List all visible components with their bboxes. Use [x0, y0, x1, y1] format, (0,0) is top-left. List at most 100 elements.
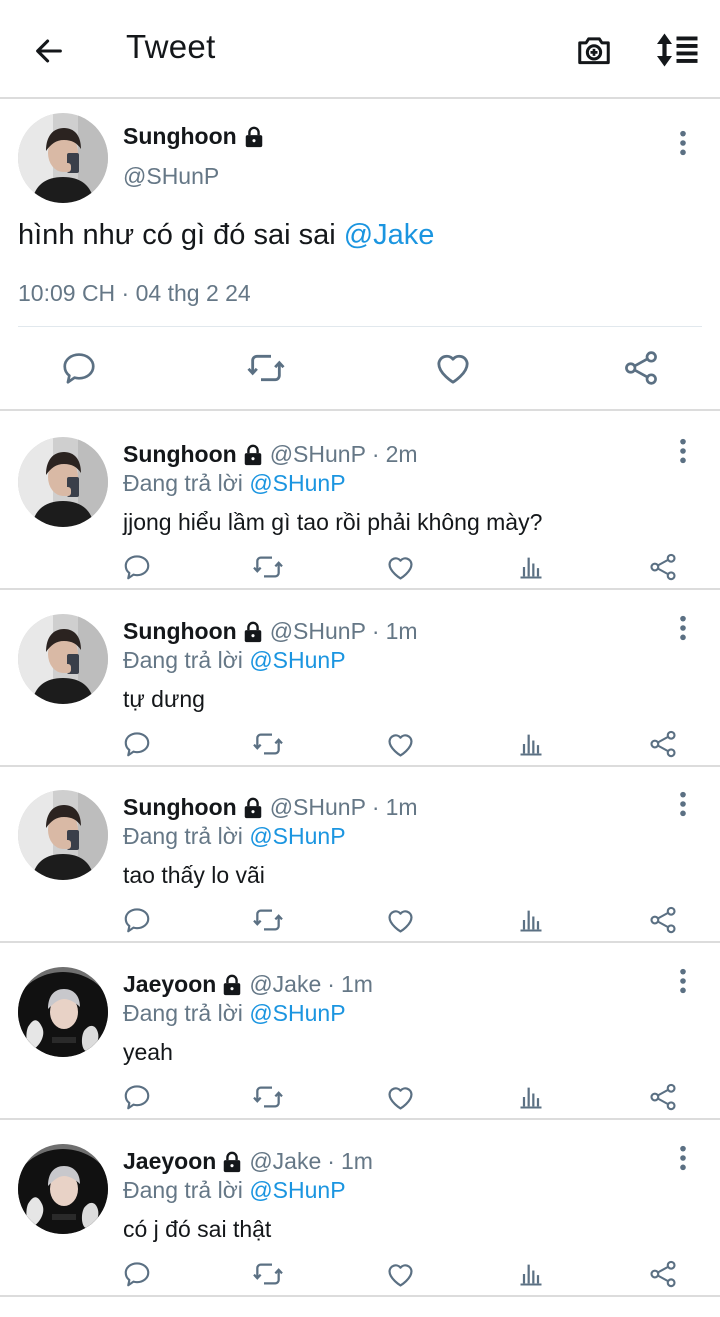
author-name[interactable]: Sunghoon [123, 441, 237, 468]
reply-icon [60, 349, 98, 387]
reply-tweet[interactable]: Sunghoon @SHunP · 1m Đang trả lời @SHunP… [0, 766, 720, 943]
back-arrow-icon [36, 39, 62, 63]
reply-button[interactable] [120, 1080, 154, 1114]
mention-link[interactable]: @Jake [344, 219, 435, 251]
more-vertical-icon [678, 614, 688, 642]
sort-icon [657, 33, 698, 67]
more-options-button[interactable] [668, 123, 698, 163]
author-name[interactable]: Jaeyoon [123, 1148, 216, 1175]
more-options-button[interactable] [668, 1138, 698, 1178]
author-name[interactable]: Sunghoon [123, 794, 237, 821]
author-name[interactable]: Sunghoon [123, 123, 265, 150]
sort-button[interactable] [652, 28, 704, 72]
reply-text: jjong hiểu lầm gì tao rồi phải không mày… [123, 509, 543, 535]
like-button[interactable] [383, 1257, 417, 1291]
analytics-button[interactable] [514, 1257, 548, 1291]
share-icon [622, 349, 660, 387]
author-handle[interactable]: @SHunP [270, 794, 366, 821]
reply-button[interactable] [120, 903, 154, 937]
reply-tweet[interactable]: Sunghoon @SHunP · 1m Đang trả lời @SHunP… [0, 590, 720, 767]
replying-to-handle[interactable]: @SHunP [249, 470, 345, 496]
replying-to-label: Đang trả lời [123, 1000, 250, 1026]
reply-icon [122, 905, 152, 935]
like-button[interactable] [383, 903, 417, 937]
reply-header: Jaeyoon @Jake · 1m [123, 971, 373, 998]
share-button[interactable] [646, 550, 680, 584]
camera-button[interactable] [572, 28, 616, 72]
reply-button[interactable] [120, 1257, 154, 1291]
author-name[interactable]: Jaeyoon [123, 971, 216, 998]
avatar[interactable] [18, 113, 108, 203]
analytics-button[interactable] [514, 727, 548, 761]
share-button[interactable] [619, 346, 663, 390]
retweet-button[interactable] [244, 346, 288, 390]
separator-dot: · [327, 971, 335, 997]
like-button[interactable] [431, 346, 475, 390]
retweet-button[interactable] [251, 727, 285, 761]
replying-to: Đang trả lời @SHunP [123, 1177, 346, 1204]
reply-tweet[interactable]: Jaeyoon @Jake · 1m Đang trả lời @SHunP y… [0, 943, 720, 1120]
author-name[interactable]: Sunghoon [123, 618, 237, 645]
retweet-icon [252, 1081, 284, 1113]
author-handle[interactable]: @Jake [249, 1148, 321, 1175]
reply-tweet[interactable]: Jaeyoon @Jake · 1m Đang trả lời @SHunP c… [0, 1120, 720, 1297]
avatar[interactable] [18, 437, 108, 527]
back-button[interactable] [26, 28, 72, 74]
retweet-icon [252, 904, 284, 936]
share-button[interactable] [646, 1080, 680, 1114]
retweet-button[interactable] [251, 550, 285, 584]
lock-icon [242, 621, 264, 643]
more-options-button[interactable] [668, 608, 698, 648]
retweet-button[interactable] [251, 1257, 285, 1291]
separator-dot: · [371, 441, 380, 467]
analytics-button[interactable] [514, 903, 548, 937]
retweet-button[interactable] [251, 1080, 285, 1114]
author-handle[interactable]: @SHunP [270, 618, 366, 645]
like-icon [385, 729, 416, 760]
replying-to-handle[interactable]: @SHunP [249, 1000, 345, 1026]
reply-tweet[interactable]: Sunghoon @SHunP · 2m Đang trả lời @SHunP… [0, 413, 720, 590]
reply-button[interactable] [120, 550, 154, 584]
share-button[interactable] [646, 903, 680, 937]
like-button[interactable] [383, 1080, 417, 1114]
reply-button[interactable] [120, 727, 154, 761]
reply-action-bar [0, 1257, 720, 1291]
share-icon [648, 729, 678, 759]
replying-to: Đang trả lời @SHunP [123, 647, 346, 674]
reply-button[interactable] [57, 346, 101, 390]
replying-to-label: Đang trả lời [123, 647, 250, 673]
replying-to-handle[interactable]: @SHunP [249, 647, 345, 673]
analytics-button[interactable] [514, 550, 548, 584]
avatar[interactable] [18, 614, 108, 704]
analytics-button[interactable] [514, 1080, 548, 1114]
replying-to-label: Đang trả lời [123, 1177, 250, 1203]
avatar[interactable] [18, 790, 108, 880]
more-options-button[interactable] [668, 431, 698, 471]
retweet-button[interactable] [251, 903, 285, 937]
author-handle[interactable]: @SHunP [123, 163, 219, 190]
author-handle[interactable]: @Jake [249, 971, 321, 998]
retweet-icon [252, 728, 284, 760]
camera-plus-icon [578, 37, 610, 65]
focused-tweet: Sunghoon @SHunP hình như có gì đó sai sa… [0, 101, 720, 411]
author-handle[interactable]: @SHunP [270, 441, 366, 468]
replying-to-handle[interactable]: @SHunP [249, 823, 345, 849]
tweet-text: hình như có gì đó sai sai @Jake [18, 219, 434, 252]
like-icon [385, 1259, 416, 1290]
like-button[interactable] [383, 727, 417, 761]
reply-icon [122, 552, 152, 582]
replying-to: Đang trả lời @SHunP [123, 823, 346, 850]
avatar[interactable] [18, 1144, 108, 1234]
avatar[interactable] [18, 967, 108, 1057]
replying-to: Đang trả lời @SHunP [123, 1000, 346, 1027]
divider [18, 326, 702, 327]
lock-icon [221, 974, 243, 996]
reply-header: Jaeyoon @Jake · 1m [123, 1148, 373, 1175]
share-button[interactable] [646, 727, 680, 761]
more-options-button[interactable] [668, 784, 698, 824]
more-vertical-icon [678, 437, 688, 465]
share-button[interactable] [646, 1257, 680, 1291]
more-options-button[interactable] [668, 961, 698, 1001]
replying-to-handle[interactable]: @SHunP [249, 1177, 345, 1203]
like-button[interactable] [383, 550, 417, 584]
